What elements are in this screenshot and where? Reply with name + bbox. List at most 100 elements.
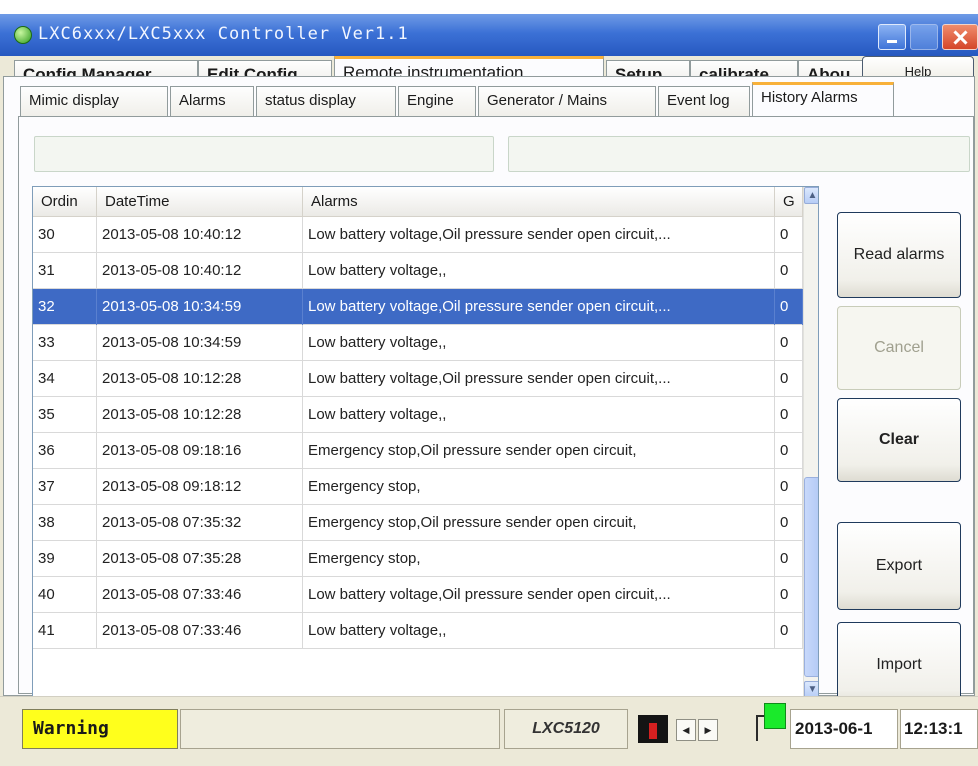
cell-alarms: Low battery voltage,Oil pressure sender … (303, 361, 775, 397)
column-header-datetime[interactable]: DateTime (97, 187, 303, 217)
table-row[interactable]: 35 2013-05-08 10:12:28 Low battery voltage… (33, 397, 803, 433)
page-indicator-icon (638, 715, 668, 743)
app-icon (14, 26, 32, 44)
cell-ordinal: 36 (33, 433, 97, 469)
table-row[interactable]: 36 2013-05-08 09:18:16 Emergency stop,Oil … (33, 433, 803, 469)
cell-datetime: 2013-05-08 10:40:12 (97, 253, 303, 289)
table-row[interactable]: 37 2013-05-08 09:18:12 Emergency stop, 0 (33, 469, 803, 505)
page-navigator: ◀ ▶ (636, 709, 756, 749)
cell-ordinal: 30 (33, 217, 97, 253)
nav-right-icon[interactable]: ▶ (698, 719, 718, 741)
cell-datetime: 2013-05-08 10:40:12 (97, 217, 303, 253)
status-message-cell (180, 709, 500, 749)
cell-alarms: Emergency stop,Oil pressure sender open … (303, 505, 775, 541)
tab-history-alarms[interactable]: History Alarms (752, 82, 894, 116)
table-row[interactable]: 41 2013-05-08 07:33:46 Low battery voltage… (33, 613, 803, 649)
cell-g: 0 (775, 469, 803, 505)
cell-alarms: Emergency stop,Oil pressure sender open … (303, 433, 775, 469)
cancel-button[interactable]: Cancel (837, 306, 961, 390)
cell-g: 0 (775, 541, 803, 577)
top-strip (0, 0, 978, 14)
tab-status-display[interactable]: status display (256, 86, 396, 116)
cell-datetime: 2013-05-08 07:33:46 (97, 613, 303, 649)
cell-g: 0 (775, 325, 803, 361)
cell-ordinal: 32 (33, 289, 97, 325)
cell-datetime: 2013-05-08 09:18:16 (97, 433, 303, 469)
history-alarms-grid[interactable]: Ordin DateTime Alarms G 30 2013-05-08 10:… (32, 186, 819, 714)
table-row[interactable]: 34 2013-05-08 10:12:28 Low battery voltage… (33, 361, 803, 397)
cell-alarms: Low battery voltage,, (303, 397, 775, 433)
vertical-scrollbar[interactable]: ▲ ▼ (803, 187, 818, 698)
cell-datetime: 2013-05-08 10:34:59 (97, 325, 303, 361)
info-field-left (34, 136, 494, 172)
cell-alarms: Low battery voltage,, (303, 613, 775, 649)
column-header-alarms[interactable]: Alarms (303, 187, 775, 217)
cell-datetime: 2013-05-08 10:12:28 (97, 361, 303, 397)
cell-alarms: Low battery voltage,Oil pressure sender … (303, 577, 775, 613)
table-row[interactable]: 30 2013-05-08 10:40:12 Low battery voltage… (33, 217, 803, 253)
cell-g: 0 (775, 433, 803, 469)
tab-mimic-display[interactable]: Mimic display (20, 86, 168, 116)
clear-button[interactable]: Clear (837, 398, 961, 482)
status-date: 2013-06-1 (790, 709, 898, 749)
table-row[interactable]: 38 2013-05-08 07:35:32 Emergency stop,Oil … (33, 505, 803, 541)
cell-datetime: 2013-05-08 09:18:12 (97, 469, 303, 505)
cell-alarms: Emergency stop, (303, 541, 775, 577)
cell-alarms: Emergency stop, (303, 469, 775, 505)
table-row[interactable]: 33 2013-05-08 10:34:59 Low battery voltage… (33, 325, 803, 361)
connection-led-icon (764, 703, 786, 729)
window-title: LXC6xxx/LXC5xxx Controller Ver1.1 (38, 24, 409, 44)
cell-datetime: 2013-05-08 07:35:28 (97, 541, 303, 577)
table-row[interactable]: 32 2013-05-08 10:34:59 Low battery voltage… (33, 289, 803, 325)
cell-g: 0 (775, 397, 803, 433)
tab-engine[interactable]: Engine (398, 86, 476, 116)
cell-g: 0 (775, 613, 803, 649)
warning-indicator: Warning (22, 709, 178, 749)
cell-ordinal: 34 (33, 361, 97, 397)
controller-model: LXC5120 (504, 709, 628, 749)
close-button[interactable] (942, 24, 978, 50)
cell-g: 0 (775, 289, 803, 325)
cell-alarms: Low battery voltage,Oil pressure sender … (303, 217, 775, 253)
column-header-g[interactable]: G (775, 187, 803, 217)
table-row[interactable]: 31 2013-05-08 10:40:12 Low battery voltage… (33, 253, 803, 289)
table-row[interactable]: 39 2013-05-08 07:35:28 Emergency stop, 0 (33, 541, 803, 577)
cell-g: 0 (775, 361, 803, 397)
connection-line (756, 715, 764, 741)
cell-ordinal: 39 (33, 541, 97, 577)
cell-datetime: 2013-05-08 10:12:28 (97, 397, 303, 433)
cell-alarms: Low battery voltage,, (303, 253, 775, 289)
tab-alarms[interactable]: Alarms (170, 86, 254, 116)
cell-g: 0 (775, 217, 803, 253)
title-bar[interactable]: LXC6xxx/LXC5xxx Controller Ver1.1 (0, 14, 978, 56)
cell-datetime: 2013-05-08 10:34:59 (97, 289, 303, 325)
info-field-right (508, 136, 970, 172)
nav-left-icon[interactable]: ◀ (676, 719, 696, 741)
export-button[interactable]: Export (837, 522, 961, 610)
cell-datetime: 2013-05-08 07:33:46 (97, 577, 303, 613)
cell-ordinal: 35 (33, 397, 97, 433)
cell-ordinal: 40 (33, 577, 97, 613)
status-bar: Warning LXC5120 ◀ ▶ 2013-06-1 12:13:1 (0, 696, 978, 752)
cell-g: 0 (775, 577, 803, 613)
cell-g: 0 (775, 505, 803, 541)
cell-ordinal: 38 (33, 505, 97, 541)
cell-ordinal: 37 (33, 469, 97, 505)
tab-generator-mains[interactable]: Generator / Mains (478, 86, 656, 116)
minimize-button[interactable] (878, 24, 906, 50)
cell-alarms: Low battery voltage,, (303, 325, 775, 361)
column-header-ordinal[interactable]: Ordin (33, 187, 97, 217)
cell-ordinal: 31 (33, 253, 97, 289)
maximize-button[interactable] (910, 24, 938, 50)
cell-ordinal: 41 (33, 613, 97, 649)
cell-alarms: Low battery voltage,Oil pressure sender … (303, 289, 775, 325)
grid-header: Ordin DateTime Alarms G (33, 187, 803, 217)
vertical-scroll-thumb[interactable] (804, 477, 818, 677)
read-alarms-button[interactable]: Read alarms (837, 212, 961, 298)
table-row[interactable]: 40 2013-05-08 07:33:46 Low battery voltage… (33, 577, 803, 613)
cell-datetime: 2013-05-08 07:35:32 (97, 505, 303, 541)
cell-g: 0 (775, 253, 803, 289)
status-time: 12:13:1 (900, 709, 978, 749)
tab-event-log[interactable]: Event log (658, 86, 750, 116)
scroll-up-icon[interactable]: ▲ (804, 187, 818, 204)
